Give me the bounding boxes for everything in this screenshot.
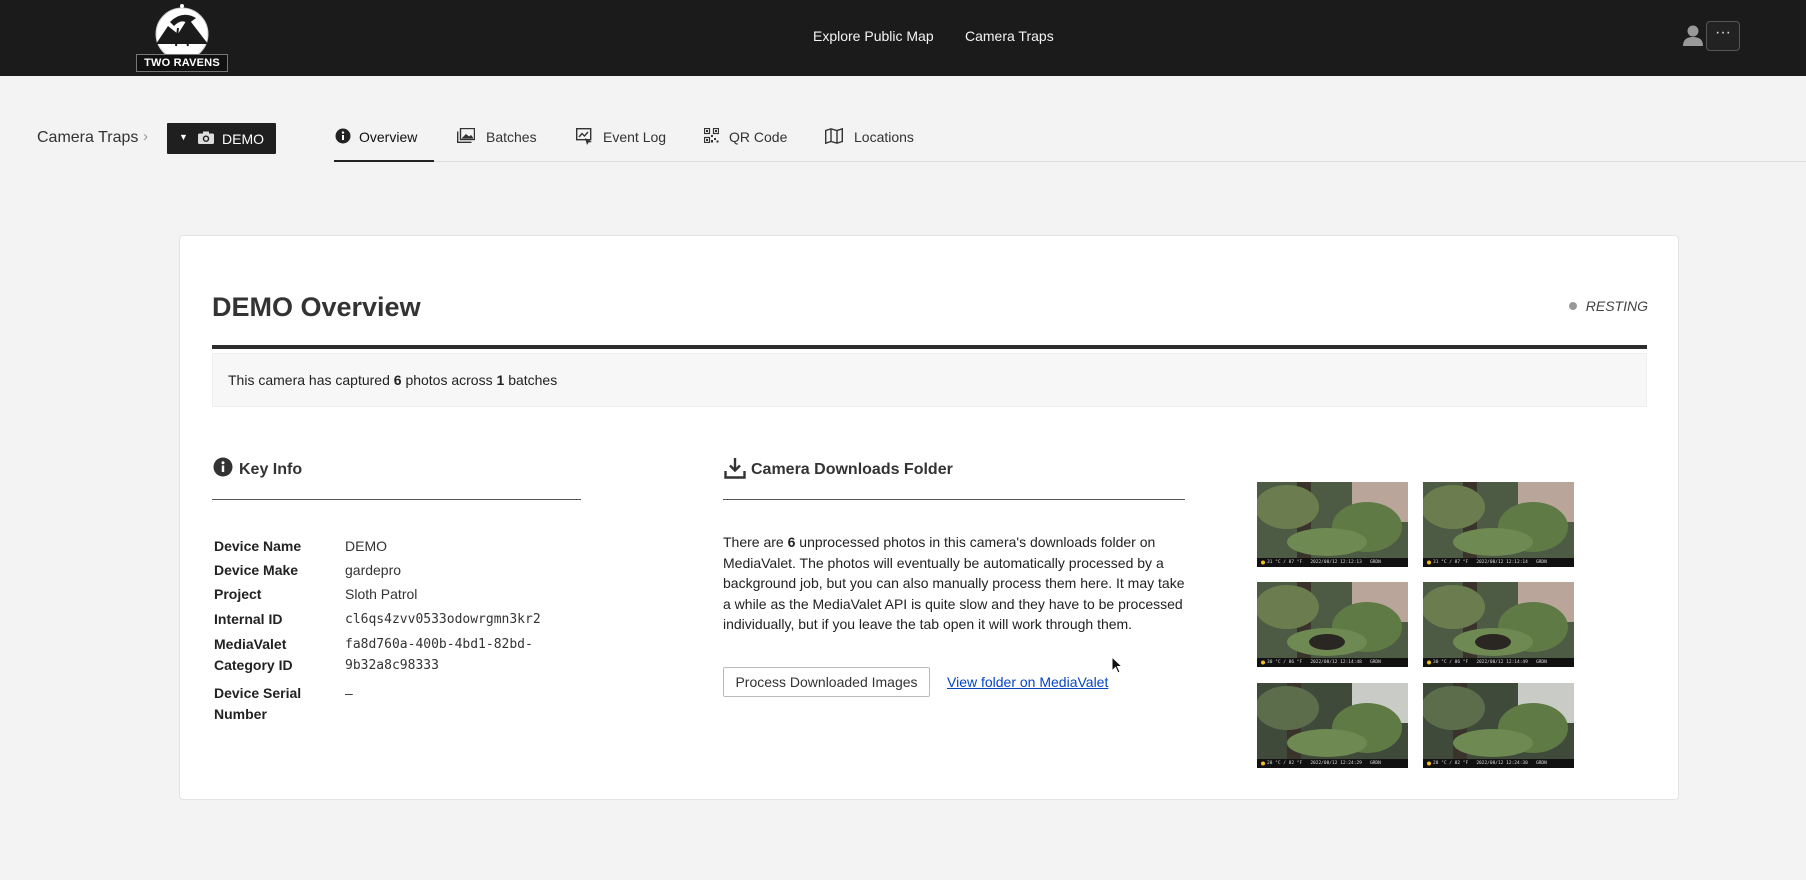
row-label: MediaValet Category ID bbox=[214, 636, 293, 673]
user-icon[interactable] bbox=[1683, 24, 1703, 48]
caret-down-icon: ▼ bbox=[179, 132, 188, 142]
tabs-divider bbox=[334, 161, 1806, 162]
thumbnail-caption: 31 °C / 87 °F 2022/08/12 12:12:13 GRDN bbox=[1267, 560, 1381, 565]
raven-logo-icon bbox=[155, 4, 209, 56]
breadcrumb-camera-traps[interactable]: Camera Traps bbox=[37, 129, 138, 147]
status-dot-icon bbox=[1568, 302, 1577, 310]
camera-photo-thumbnail[interactable]: 31 °C / 87 °F 2022/08/12 12:12:13 GRDN bbox=[1257, 482, 1408, 567]
camera-icon bbox=[198, 131, 214, 144]
tab-overview[interactable]: Overview bbox=[334, 120, 434, 162]
row-value: Sloth Patrol bbox=[345, 586, 418, 602]
row-value: gardepro bbox=[345, 562, 402, 578]
breadcrumb-separator: › bbox=[143, 128, 148, 145]
brand-logo[interactable]: TWO RAVENS bbox=[134, 4, 230, 72]
map-icon bbox=[825, 128, 843, 144]
camera-selector-label: DEMO bbox=[222, 131, 264, 147]
photo-image bbox=[1257, 482, 1408, 567]
key-info-divider bbox=[212, 499, 581, 500]
thumbnail-caption: 28 °C / 82 °F 2022/08/12 12:24:29 GRDN bbox=[1267, 761, 1381, 766]
thumbnail-caption: 30 °C / 86 °F 2022/08/12 12:14:48 GRDN bbox=[1267, 660, 1381, 665]
info-icon bbox=[213, 457, 233, 477]
photo-image bbox=[1257, 683, 1408, 768]
camera-photo-thumbnail[interactable]: 30 °C / 86 °F 2022/08/12 12:14:48 GRDN bbox=[1257, 582, 1408, 667]
tab-overview-label: Overview bbox=[359, 129, 418, 145]
tab-qr-code[interactable]: QR Code bbox=[704, 120, 789, 162]
top-navbar: TWO RAVENS Explore Public Map Camera Tra… bbox=[0, 0, 1806, 76]
camera-photo-thumbnail[interactable]: 30 °C / 86 °F 2022/08/12 12:14:49 GRDN bbox=[1423, 582, 1574, 667]
tab-event-log[interactable]: Event Log bbox=[576, 120, 666, 162]
nav-camera-traps[interactable]: Camera Traps bbox=[965, 28, 1054, 44]
view-folder-mediavalet-link[interactable]: View folder on MediaValet bbox=[947, 674, 1108, 690]
row-label: Project bbox=[214, 586, 262, 602]
key-info-title: Key Info bbox=[239, 461, 303, 478]
row-value: DEMO bbox=[345, 538, 387, 554]
nav-explore-public-map[interactable]: Explore Public Map bbox=[813, 28, 934, 44]
row-label: Internal ID bbox=[214, 611, 283, 627]
qr-code-icon bbox=[704, 128, 719, 143]
thumbnail-caption: 31 °C / 87 °F 2022/08/12 12:12:14 GRDN bbox=[1433, 560, 1547, 565]
status-label: RESTING bbox=[1585, 298, 1648, 314]
camera-photo-thumbnail[interactable]: 28 °C / 82 °F 2022/08/12 12:24:29 GRDN bbox=[1257, 683, 1408, 768]
overview-card: DEMO Overview RESTING This camera has ca… bbox=[179, 235, 1679, 800]
photo-image bbox=[1423, 683, 1574, 768]
camera-photo-thumbnail[interactable]: 28 °C / 82 °F 2022/08/12 12:24:30 GRDN bbox=[1423, 683, 1574, 768]
capture-summary: This camera has captured 6 photos across… bbox=[212, 353, 1647, 407]
unprocessed-count: 6 bbox=[787, 534, 796, 550]
row-label: Device Serial Number bbox=[214, 685, 302, 722]
info-icon bbox=[335, 128, 351, 144]
images-icon bbox=[457, 128, 475, 143]
summary-batch-count: 1 bbox=[496, 372, 505, 388]
mouse-cursor-icon bbox=[1111, 656, 1123, 674]
photo-image bbox=[1257, 582, 1408, 667]
row-value: fa8d760a-400b-4bd1-82bd-9b32a8c98333 bbox=[345, 637, 533, 673]
brand-name: TWO RAVENS bbox=[136, 54, 228, 72]
tab-batches-label: Batches bbox=[486, 129, 537, 145]
page-title: DEMO Overview bbox=[212, 292, 421, 322]
status-badge: RESTING bbox=[1568, 298, 1648, 314]
thumbnail-caption: 30 °C / 86 °F 2022/08/12 12:14:49 GRDN bbox=[1433, 660, 1547, 665]
downloads-divider bbox=[723, 499, 1185, 500]
downloads-title: Camera Downloads Folder bbox=[751, 461, 953, 478]
tab-locations-label: Locations bbox=[854, 129, 914, 145]
downloads-text-prefix: There are bbox=[723, 534, 784, 550]
tab-qr-code-label: QR Code bbox=[729, 129, 788, 145]
download-icon bbox=[724, 458, 746, 479]
photo-image bbox=[1423, 482, 1574, 567]
row-label: Device Make bbox=[214, 562, 299, 578]
row-value: cl6qs4zvv0533odowrgmn3kr2 bbox=[345, 612, 541, 627]
title-divider bbox=[212, 345, 1647, 349]
summary-prefix: This camera has captured bbox=[228, 372, 390, 388]
row-label: Device Name bbox=[214, 538, 302, 554]
summary-suffix: batches bbox=[508, 372, 558, 388]
summary-photo-count: 6 bbox=[393, 372, 402, 388]
event-log-icon bbox=[576, 128, 592, 145]
tab-batches[interactable]: Batches bbox=[457, 120, 539, 162]
summary-middle: photos across bbox=[405, 372, 493, 388]
process-downloaded-images-button[interactable]: Process Downloaded Images bbox=[723, 667, 930, 697]
photo-image bbox=[1423, 582, 1574, 667]
thumbnail-caption: 28 °C / 82 °F 2022/08/12 12:24:30 GRDN bbox=[1433, 761, 1547, 766]
tab-event-log-label: Event Log bbox=[603, 129, 667, 145]
row-value: – bbox=[345, 685, 353, 701]
camera-selector-dropdown[interactable]: ▼ DEMO bbox=[167, 123, 276, 154]
tab-locations[interactable]: Locations bbox=[825, 120, 920, 162]
more-options-button[interactable]: ··· bbox=[1706, 21, 1740, 51]
camera-photo-thumbnail[interactable]: 31 °C / 87 °F 2022/08/12 12:12:14 GRDN bbox=[1423, 482, 1574, 567]
downloads-description: There are 6 unprocessed photos in this c… bbox=[723, 532, 1193, 635]
